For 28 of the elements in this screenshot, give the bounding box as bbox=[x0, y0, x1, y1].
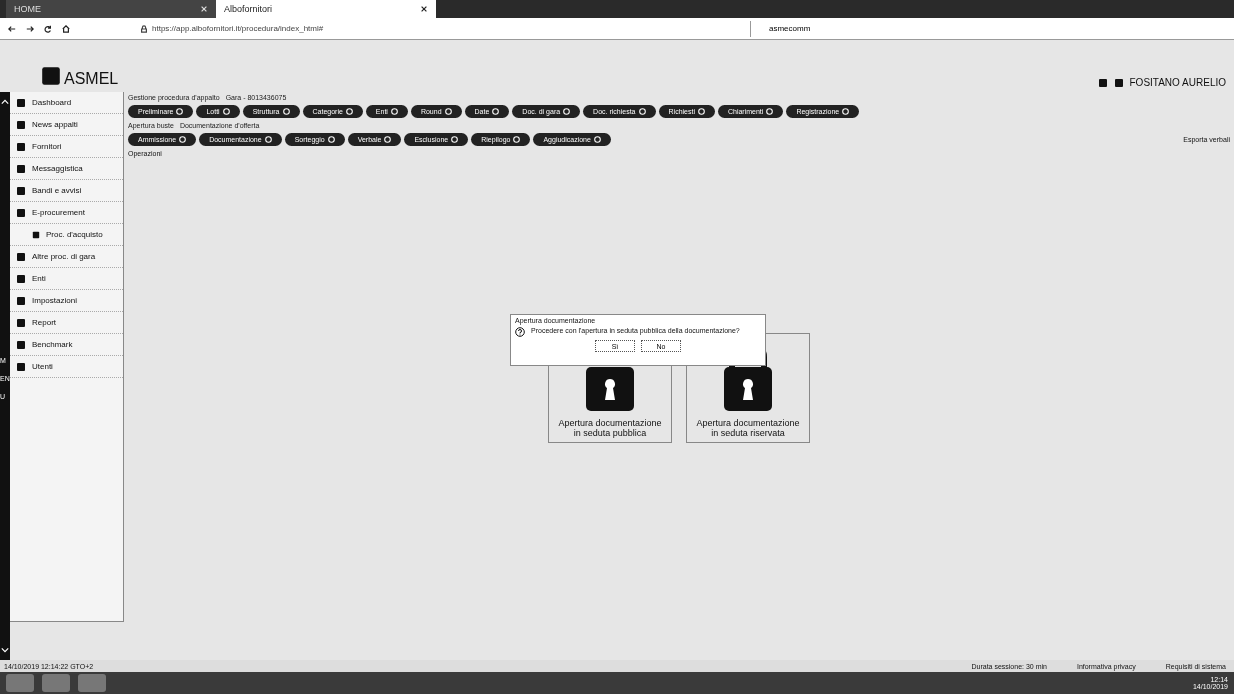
user-name[interactable]: FOSITANO AURELIO bbox=[1129, 77, 1226, 88]
start-button[interactable] bbox=[6, 674, 34, 692]
sidebar-item[interactable]: Messaggistica bbox=[10, 158, 123, 180]
sidebar-item[interactable]: Utenti bbox=[10, 356, 123, 378]
url-text[interactable]: https://app.albofornitori.it/procedura/index_html# bbox=[152, 24, 324, 33]
sidebar-item[interactable]: Bandi e avvisi bbox=[10, 180, 123, 202]
close-icon[interactable] bbox=[420, 5, 428, 13]
sidebar-item[interactable]: Enti bbox=[10, 268, 123, 290]
home-icon[interactable] bbox=[62, 24, 70, 33]
sidebar-item[interactable]: Benchmark bbox=[10, 334, 123, 356]
forward-icon[interactable] bbox=[26, 24, 34, 33]
sidebar-item[interactable]: E-procurement bbox=[10, 202, 123, 224]
sidebar-subitem[interactable]: Proc. d'acquisto bbox=[10, 224, 123, 246]
chevron-down-icon[interactable] bbox=[1, 646, 9, 654]
reload-icon[interactable] bbox=[44, 24, 52, 33]
back-icon[interactable] bbox=[8, 24, 16, 33]
sidebar-item[interactable]: Dashboard bbox=[10, 92, 123, 114]
browser-tab[interactable]: HOME bbox=[6, 0, 216, 18]
sidebar-item[interactable]: Altre proc. di gara bbox=[10, 246, 123, 268]
question-icon bbox=[515, 327, 525, 337]
sidebar-item[interactable]: Report bbox=[10, 312, 123, 334]
lock-icon bbox=[140, 24, 148, 33]
browser-tab[interactable]: Albofornitori bbox=[216, 0, 436, 18]
chevron-up-icon[interactable] bbox=[1, 98, 9, 106]
sidebar-item[interactable]: Impostazioni bbox=[10, 290, 123, 312]
logo-text: ASMEL bbox=[64, 70, 119, 88]
sidebar-item[interactable]: Fornitori bbox=[10, 136, 123, 158]
sidebar-item[interactable]: News appalti bbox=[10, 114, 123, 136]
